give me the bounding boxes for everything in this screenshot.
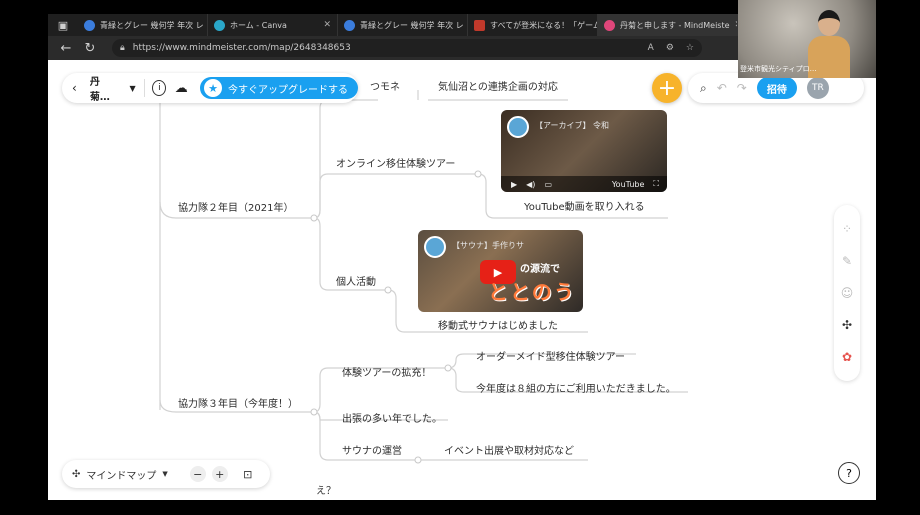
- chevron-down-icon[interactable]: ▼: [162, 470, 167, 478]
- browser-tab-3[interactable]: 青緑とグレー 幾何学 年次 レ ✕: [338, 14, 468, 36]
- info-icon[interactable]: i: [152, 80, 167, 96]
- star-badge-icon: ★: [204, 79, 222, 97]
- sauna-video-thumbnail[interactable]: 【サウナ】手作りサ ▶ の源流で ととのう: [418, 230, 583, 312]
- url-field[interactable]: 🔒︎ https://www.mindmeister.com/map/26483…: [112, 39, 702, 57]
- browser-tab-5[interactable]: 丹菊と申します - MindMeiste ✕: [598, 14, 738, 36]
- avatar[interactable]: TR: [806, 77, 829, 99]
- webcam-overlay: 登米市観光シティプロ…: [738, 0, 876, 78]
- video-title: 【サウナ】手作りサ: [452, 241, 524, 250]
- divider: [143, 79, 145, 97]
- mindmeister-page: つモネ 気仙沼との連携企画の対応 協力隊２年目（2021年） オンライン移住体験…: [48, 60, 876, 500]
- node-youtube-caption[interactable]: YouTube動画を取り入れる: [524, 198, 645, 213]
- view-controls: ✣ マインドマップ ▼ − + ⊡: [62, 460, 270, 488]
- mindmap-view-icon: ✣: [72, 468, 81, 480]
- reload-icon[interactable]: ↻: [78, 41, 102, 56]
- style-brush-icon[interactable]: ✎: [842, 254, 852, 268]
- canva-favicon-icon: [214, 19, 225, 31]
- extension-icon[interactable]: ⚙: [666, 43, 674, 53]
- screen-frame: ▣ 青緑とグレー 幾何学 年次 レ ✕ ホーム - Canva ✕ 青緑とグレー…: [0, 0, 920, 515]
- read-aloud-icon[interactable]: A: [648, 43, 654, 53]
- node-ordermade-tour[interactable]: オーダーメイド型移住体験ツアー: [476, 348, 625, 363]
- play-icon[interactable]: ▶: [511, 180, 517, 189]
- browser-tab-bar: ▣ 青緑とグレー 幾何学 年次 レ ✕ ホーム - Canva ✕ 青緑とグレー…: [48, 14, 738, 36]
- view-mode-select[interactable]: マインドマップ: [86, 467, 156, 482]
- favorite-icon[interactable]: ☆: [686, 43, 694, 53]
- person-head: [818, 10, 840, 36]
- node-top-partial[interactable]: つモネ: [370, 78, 400, 93]
- tab-actions-icon[interactable]: ▣: [48, 14, 78, 36]
- chevron-down-icon[interactable]: ▼: [129, 84, 135, 93]
- search-icon[interactable]: ⌕: [700, 81, 707, 96]
- redo-icon[interactable]: ↷: [737, 81, 747, 95]
- map-title[interactable]: 丹菊…: [90, 73, 116, 103]
- tab-label: 青緑とグレー 幾何学 年次 レ: [100, 20, 204, 30]
- node-year3[interactable]: 協力隊３年目（今年度！）: [178, 395, 298, 410]
- browser-tab-2[interactable]: ホーム - Canva ✕: [208, 14, 338, 36]
- node-tour-expand[interactable]: 体験ツアーの拡充！: [342, 364, 431, 379]
- video-overlay-big: ととのう: [488, 280, 576, 304]
- theme-palette-icon[interactable]: ✿: [842, 350, 852, 364]
- youtube-brand: YouTube: [611, 179, 645, 189]
- channel-logo-icon: [424, 236, 446, 258]
- browser-address-bar: ← ↻ 🔒︎ https://www.mindmeister.com/map/2…: [48, 36, 738, 60]
- upgrade-button[interactable]: ★ 今すぐアップグレードする: [200, 77, 358, 99]
- tab-label: 青緑とグレー 幾何学 年次 レ: [360, 20, 464, 30]
- tab-label: すべてが登米になる！「ゲーム: [490, 20, 598, 30]
- channel-logo-icon: [507, 116, 529, 138]
- back-chevron-icon[interactable]: ‹: [72, 81, 84, 95]
- invite-button[interactable]: 招待: [756, 77, 797, 99]
- captions-icon[interactable]: ▭: [544, 180, 552, 189]
- tab-label: 丹菊と申します - MindMeiste: [620, 20, 730, 30]
- lock-icon: 🔒︎: [120, 43, 125, 53]
- upgrade-label: 今すぐアップグレードする: [228, 84, 348, 96]
- tab-label: ホーム - Canva: [230, 20, 287, 30]
- zoom-out-button[interactable]: −: [189, 466, 206, 482]
- browser-tab-4[interactable]: すべてが登米になる！「ゲーム ✕: [468, 14, 598, 36]
- zoom-in-button[interactable]: +: [211, 466, 228, 482]
- node-events[interactable]: イベント出展や取材対応など: [444, 442, 574, 457]
- node-personal[interactable]: 個人活動: [336, 273, 376, 288]
- mindmeister-favicon-icon: [604, 19, 615, 31]
- connection-icon[interactable]: ✣: [842, 318, 852, 332]
- volume-icon[interactable]: ◀): [526, 180, 535, 189]
- back-arrow-icon[interactable]: ←: [54, 41, 78, 56]
- browser-tab-1[interactable]: 青緑とグレー 幾何学 年次 レ ✕: [78, 14, 208, 36]
- emoji-icon[interactable]: ☺: [841, 286, 854, 300]
- node-sauna-ops[interactable]: サウナの運営: [342, 442, 402, 457]
- node-eight-groups[interactable]: 今年度は８組の方にご利用いただきました。: [476, 380, 676, 395]
- site-favicon-icon: [474, 19, 485, 31]
- undo-icon[interactable]: ↶: [717, 81, 727, 95]
- cloud-upload-icon[interactable]: ☁: [174, 80, 188, 96]
- tab-close-icon[interactable]: ✕: [323, 20, 331, 30]
- youtube-video-thumbnail[interactable]: 【アーカイブ】 令和 ▶ ◀) ▭ YouTube ⛶: [501, 110, 667, 192]
- video-title: 【アーカイブ】 令和: [535, 121, 610, 130]
- map-toolbar: ‹ 丹菊… ▼ i ☁ ★ 今すぐアップグレードする: [62, 73, 358, 103]
- url-text: https://www.mindmeister.com/map/26483486…: [132, 43, 351, 53]
- edge-favicon-icon: [344, 19, 355, 31]
- node-business-trips[interactable]: 出張の多い年でした。: [342, 410, 442, 425]
- layout-grid-icon[interactable]: ⁘: [842, 222, 852, 236]
- fullscreen-icon[interactable]: ⛶: [653, 179, 659, 189]
- add-node-button[interactable]: +: [652, 73, 682, 103]
- fit-screen-icon[interactable]: ⊡: [240, 466, 256, 482]
- webcam-caption: 登米市観光シティプロ…: [740, 65, 817, 73]
- node-online-tour[interactable]: オンライン移住体験ツアー: [336, 155, 455, 170]
- node-kesennuma-collab[interactable]: 気仙沼との連携企画の対応: [438, 78, 558, 93]
- video-controls: ▶ ◀) ▭ YouTube ⛶: [501, 176, 667, 192]
- edge-favicon-icon: [84, 19, 95, 31]
- node-sauna-caption[interactable]: 移動式サウナはじめました: [438, 317, 558, 332]
- node-year2[interactable]: 協力隊２年目（2021年）: [178, 199, 293, 214]
- help-icon[interactable]: ?: [838, 462, 860, 484]
- partial-text: え？: [316, 486, 336, 497]
- video-overlay-mid: の源流で: [520, 264, 560, 275]
- right-tool-sidebar: ⁘ ✎ ☺ ✣ ✿: [834, 205, 860, 381]
